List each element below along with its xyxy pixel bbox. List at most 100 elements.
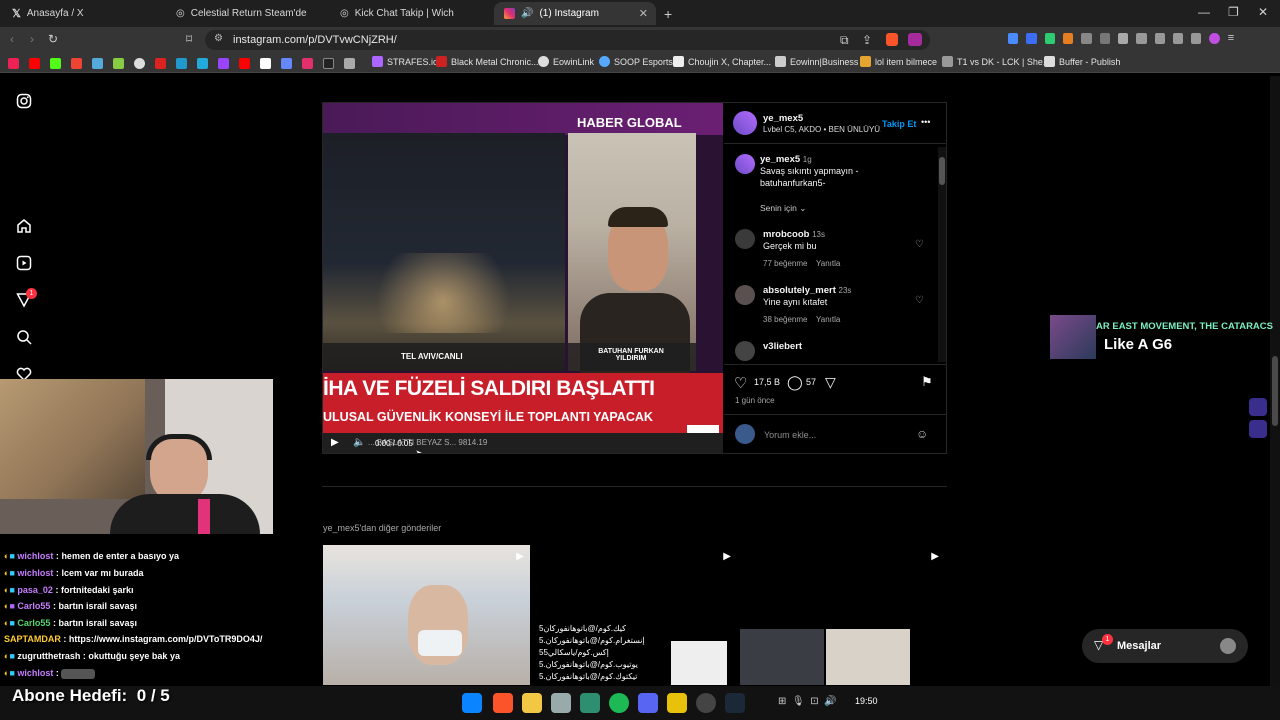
file-explorer-icon[interactable] xyxy=(522,693,542,713)
comment-icon[interactable]: ◯ xyxy=(787,374,803,391)
scrollbar-thumb[interactable] xyxy=(939,157,945,185)
comments-scrollbar[interactable] xyxy=(938,147,946,362)
bookmark-favicon-icon[interactable] xyxy=(323,58,334,69)
comment-avatar[interactable] xyxy=(735,341,755,361)
bookmark-icon[interactable]: ⌑ xyxy=(186,32,192,46)
open-external-icon[interactable]: ⧉ xyxy=(840,33,849,48)
reply-button[interactable]: Yanıtla xyxy=(816,259,840,268)
bookmark-soop[interactable]: SOOP Esports xyxy=(599,56,673,67)
messages-pill[interactable]: ▽ 1 Mesajlar xyxy=(1082,629,1248,663)
tool-icon[interactable] xyxy=(551,693,571,713)
page-scrollbar[interactable] xyxy=(1270,76,1280,686)
extension-icon[interactable] xyxy=(1062,33,1074,44)
bookmark-favicon-icon[interactable] xyxy=(8,58,19,69)
puzzle-icon[interactable] xyxy=(1081,33,1092,44)
brave-rewards-icon[interactable] xyxy=(908,33,922,46)
post-video[interactable]: HABER GLOBAL TEL AVIV/CANLI BATUHAN FURK… xyxy=(323,103,723,453)
comment-like-icon[interactable]: ♡ xyxy=(915,295,924,306)
menu-icon[interactable]: ≡ xyxy=(1228,33,1238,44)
tab-kick-chat[interactable]: ◎ Kick Chat Takip | Wich xyxy=(330,2,490,25)
spotify-icon[interactable] xyxy=(609,693,629,713)
bookmark-eowinlink[interactable]: EowinLink xyxy=(538,56,594,67)
new-tab-button[interactable]: + xyxy=(664,6,672,22)
bookmark-eowinn-business[interactable]: Eowinn|Business xyxy=(775,56,858,67)
play-icon[interactable]: ▶ xyxy=(331,437,339,448)
bookmark-favicon-icon[interactable] xyxy=(197,58,208,69)
bookmark-lol-item[interactable]: lol item bilmece xyxy=(860,56,937,67)
more-post-thumb-1[interactable]: ▶ xyxy=(323,545,530,685)
obs-icon[interactable] xyxy=(696,693,716,713)
windows-start-icon[interactable] xyxy=(462,693,482,713)
extension-icon[interactable] xyxy=(1008,33,1019,44)
share-icon[interactable]: ⇪ xyxy=(862,33,872,47)
extension-side-icon[interactable] xyxy=(1249,420,1267,438)
close-tab-icon[interactable]: ✕ xyxy=(639,7,648,20)
search-icon[interactable] xyxy=(16,329,32,345)
follow-button[interactable]: Takip Et xyxy=(882,119,916,129)
forward-icon[interactable]: › xyxy=(30,32,34,46)
media-icon[interactable] xyxy=(1117,33,1129,44)
share-icon[interactable]: ▽ xyxy=(825,374,836,391)
reply-button[interactable]: Yanıtla xyxy=(816,315,840,324)
more-options-icon[interactable]: ••• xyxy=(921,117,930,127)
tab-x-home[interactable]: 𝕏 Anasayfa / X xyxy=(2,2,162,25)
back-icon[interactable]: ‹ xyxy=(10,32,14,46)
bookmark-favicon-icon[interactable] xyxy=(113,58,124,69)
extension-side-icon[interactable] xyxy=(1249,398,1267,416)
bookmark-favicon-icon[interactable] xyxy=(155,58,166,69)
reload-icon[interactable]: ↻ xyxy=(48,32,58,46)
leo-icon[interactable] xyxy=(1172,33,1184,44)
close-window-button[interactable]: ✕ xyxy=(1258,5,1268,19)
bookmark-favicon-icon[interactable] xyxy=(71,58,82,69)
notes-icon[interactable] xyxy=(667,693,687,713)
volume-icon[interactable]: 🔈 xyxy=(353,437,365,448)
steam-icon[interactable] xyxy=(725,693,745,713)
instagram-logo-icon[interactable] xyxy=(16,93,32,109)
app-icon[interactable] xyxy=(580,693,600,713)
bookmark-favicon-icon[interactable] xyxy=(134,58,145,69)
bookmark-favicon-icon[interactable] xyxy=(92,58,103,69)
bookmark-black-metal[interactable]: Black Metal Chronic... xyxy=(436,56,539,67)
restore-button[interactable]: ❐ xyxy=(1228,5,1239,19)
address-bar[interactable]: ⚙ instagram.com/p/DVTvwCNjZRH/ xyxy=(205,30,930,50)
more-post-thumb-3[interactable]: ▶ xyxy=(738,545,945,685)
sort-dropdown[interactable]: Senin için ⌄ xyxy=(760,203,806,214)
kick-icon[interactable] xyxy=(50,58,61,69)
comment-avatar[interactable] xyxy=(735,229,755,249)
x-logo-icon[interactable] xyxy=(260,58,271,69)
reels-icon[interactable] xyxy=(16,255,32,271)
youtube-icon[interactable] xyxy=(29,58,40,69)
extension-icon[interactable] xyxy=(1099,33,1110,44)
scrollbar-thumb[interactable] xyxy=(1272,356,1278,426)
bookmark-strafes[interactable]: STRAFES.io xyxy=(372,56,438,67)
tab-steam[interactable]: ◎ Celestial Return Steam'de xyxy=(166,2,326,25)
comment-avatar[interactable] xyxy=(735,285,755,305)
author-avatar[interactable] xyxy=(733,111,757,135)
emoji-icon[interactable]: ☺ xyxy=(916,427,928,441)
extension-icon[interactable] xyxy=(1026,33,1037,44)
profile-icon[interactable] xyxy=(1209,33,1220,44)
site-info-icon[interactable]: ⚙ xyxy=(214,33,223,44)
bookmark-t1-dk[interactable]: T1 vs DK - LCK | She... xyxy=(942,56,1050,67)
system-tray[interactable]: ⊞ 🎙 ⊡ 🔊 xyxy=(778,696,837,707)
bookmark-favicon-icon[interactable] xyxy=(281,58,292,69)
minimize-button[interactable]: — xyxy=(1198,5,1210,19)
bookmark-favicon-icon[interactable] xyxy=(344,58,355,69)
brave-shield-icon[interactable] xyxy=(886,33,898,46)
more-post-thumb-2[interactable]: ▶ كيك.كوم/@باتوهانفوركان5 إنستغرام.كوم/@… xyxy=(531,545,737,685)
save-icon[interactable]: ⚑ xyxy=(921,374,933,390)
discord-icon[interactable] xyxy=(638,693,658,713)
vpn-icon[interactable] xyxy=(1191,33,1202,44)
instagram-icon[interactable] xyxy=(302,58,313,69)
extension-icon[interactable] xyxy=(1044,33,1055,44)
like-icon[interactable]: ♡ xyxy=(734,374,747,392)
messages-icon[interactable]: 1 xyxy=(16,288,37,308)
brave-browser-icon[interactable] xyxy=(493,693,513,713)
twitch-icon[interactable] xyxy=(218,58,229,69)
tab-instagram[interactable]: 🔊 (1) Instagram ✕ xyxy=(494,2,656,25)
bookmark-favicon-icon[interactable] xyxy=(176,58,187,69)
comment-input[interactable]: Yorum ekle... xyxy=(764,430,816,440)
caption-avatar[interactable] xyxy=(735,154,755,174)
bookmark-choujin[interactable]: Choujin X, Chapter... xyxy=(673,56,771,67)
home-icon[interactable] xyxy=(16,218,32,234)
